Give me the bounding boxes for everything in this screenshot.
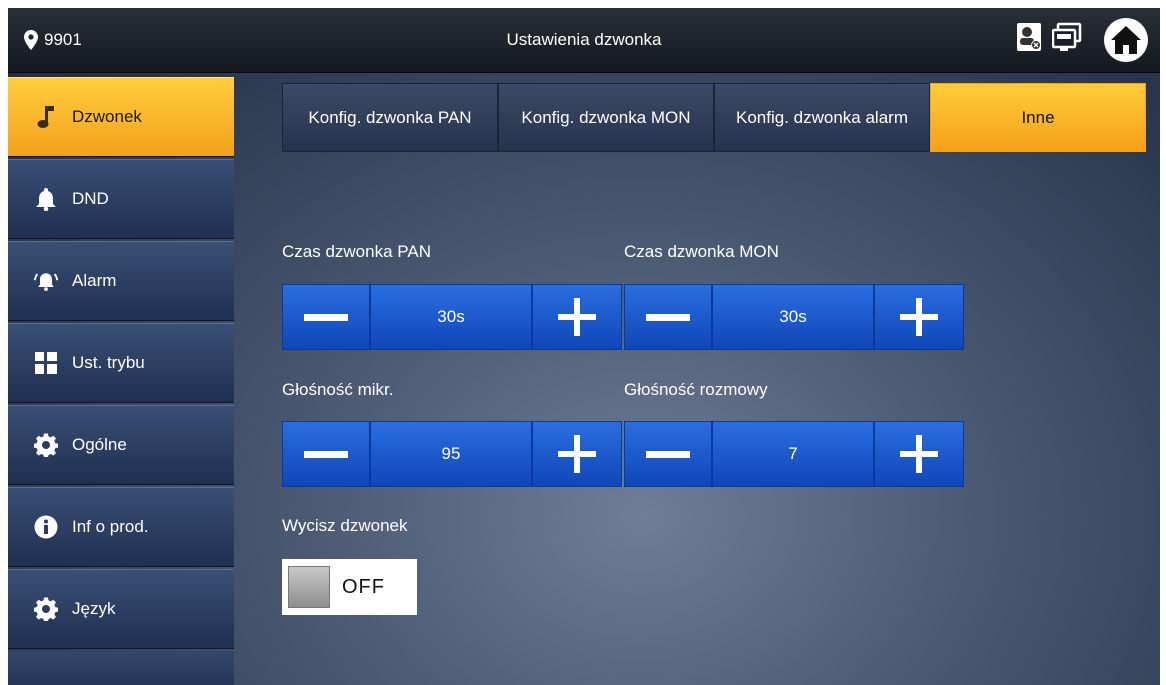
plus-icon [900,298,938,336]
sidebar-item-label: Inf o prod. [72,517,149,536]
sidebar-filler [8,651,234,685]
pan-ring-time-decrease-button[interactable] [282,284,370,350]
bell-icon [34,187,58,211]
tab-label: Konfig. dzwonka alarm [736,107,908,127]
pan-ring-time-increase-button[interactable] [532,284,622,350]
tab-mon-ring-config[interactable]: Konfig. dzwonka MON [498,83,714,152]
tab-alarm-ring-config[interactable]: Konfig. dzwonka alarm [714,83,930,152]
page-title: Ustawienia dzwonka [506,30,662,49]
gear-icon [34,433,58,457]
talk-volume-value: 7 [712,421,874,487]
sidebar-item-alarm[interactable]: Alarm [8,241,234,321]
mon-ring-time-increase-button[interactable] [874,284,964,350]
gear-icon [34,597,58,621]
tab-label: Inne [1021,107,1055,127]
sidebar-item-dnd[interactable]: DND [8,159,234,239]
pan-ring-time-stepper: 30s [282,284,622,350]
pan-ring-time-label: Czas dzwonka PAN [282,242,431,261]
mon-ring-time-decrease-button[interactable] [624,284,712,350]
mon-ring-time-label: Czas dzwonka MON [624,242,779,261]
mic-volume-decrease-button[interactable] [282,421,370,487]
sidebar-item-label: DND [72,189,109,208]
mute-ring-toggle[interactable]: OFF [282,559,417,615]
plus-icon [558,298,596,336]
minus-icon [304,313,348,321]
sidebar-item-label: Ogólne [72,435,127,454]
tab-label: Konfig. dzwonka PAN [308,107,472,127]
music-note-icon [34,105,58,129]
mon-ring-time-value: 30s [712,284,874,350]
tab-pan-ring-config[interactable]: Konfig. dzwonka PAN [282,83,498,152]
top-bar: 9901 Ustawienia dzwonka [8,8,1160,73]
minus-icon [646,313,690,321]
sidebar-item-label: Alarm [72,271,117,290]
monitor-icon[interactable] [1052,22,1082,52]
mode-grid-icon [34,351,58,375]
talk-volume-increase-button[interactable] [874,421,964,487]
sidebar-item-dzwonek[interactable]: Dzwonek [8,77,234,157]
sidebar-item-mode-settings[interactable]: Ust. trybu [8,323,234,403]
contact-icon[interactable] [1016,22,1042,52]
sidebar-item-label: Dzwonek [72,107,142,126]
mon-ring-time-stepper: 30s [624,284,964,350]
mute-ring-label: Wycisz dzwonek [282,516,408,535]
alarm-icon [34,269,58,293]
mic-volume-increase-button[interactable] [532,421,622,487]
plus-icon [558,435,596,473]
sidebar-item-label: Ust. trybu [72,353,145,372]
sidebar-item-general[interactable]: Ogólne [8,405,234,485]
talk-volume-stepper: 7 [624,421,964,487]
minus-icon [304,450,348,458]
minus-icon [646,450,690,458]
toggle-knob [288,566,330,608]
screen: 9901 Ustawienia dzwonka Dzwonek DND Alar… [8,8,1160,685]
pan-ring-time-value: 30s [370,284,532,350]
mic-volume-label: Głośność mikr. [282,380,394,399]
home-icon [1111,26,1141,54]
tab-other[interactable]: Inne [930,83,1146,152]
mic-volume-value: 95 [370,421,532,487]
sidebar-item-product-info[interactable]: Inf o prod. [8,487,234,567]
tab-label: Konfig. dzwonka MON [521,107,691,127]
talk-volume-label: Głośność rozmowy [624,380,768,399]
sidebar-item-label: Język [72,599,116,618]
talk-volume-decrease-button[interactable] [624,421,712,487]
plus-icon [900,435,938,473]
info-icon [34,515,58,539]
toggle-state-text: OFF [342,575,385,598]
home-button[interactable] [1104,18,1148,62]
sidebar-item-language[interactable]: Język [8,569,234,649]
tab-bar: Konfig. dzwonka PAN Konfig. dzwonka MON … [282,83,1146,152]
sidebar: Dzwonek DND Alarm Ust. trybu Ogólne Inf … [8,77,234,685]
mic-volume-stepper: 95 [282,421,622,487]
